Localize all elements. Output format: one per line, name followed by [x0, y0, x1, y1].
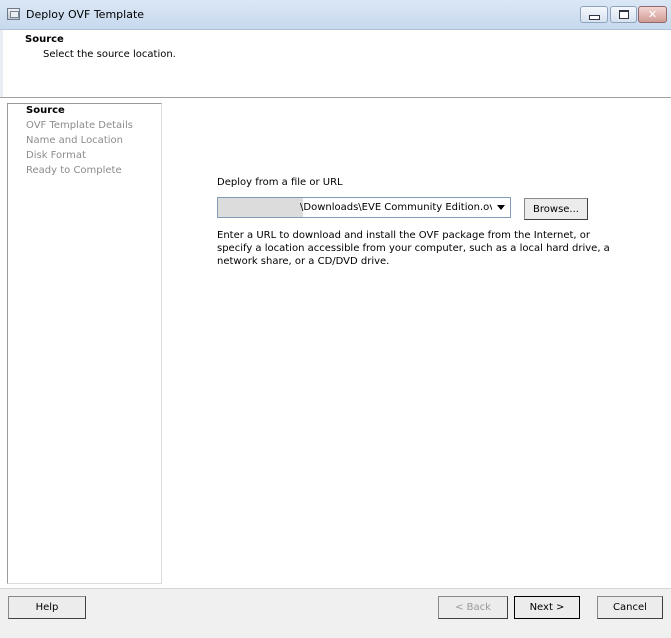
next-button[interactable]: Next > [514, 596, 580, 619]
minimize-icon [588, 15, 600, 20]
step-ready-to-complete: Ready to Complete [26, 165, 122, 176]
description-line: specify a location accessible from your … [217, 243, 610, 254]
ovf-template-icon [7, 8, 20, 20]
maximize-button[interactable] [610, 6, 637, 23]
back-button[interactable]: < Back [438, 596, 508, 619]
description-line: Enter a URL to download and install the … [217, 230, 590, 241]
step-disk-format: Disk Format [26, 150, 86, 161]
chevron-down-icon [497, 205, 505, 210]
deploy-source-label: Deploy from a file or URL [217, 177, 343, 188]
step-name-and-location: Name and Location [26, 135, 123, 146]
browse-button[interactable]: Browse... [524, 198, 588, 220]
minimize-button[interactable] [580, 6, 608, 23]
step-source: Source [26, 105, 65, 116]
wizard-header: Source Select the source location. [0, 30, 671, 98]
window-title: Deploy OVF Template [26, 8, 145, 21]
close-button[interactable]: ✕ [638, 6, 667, 23]
description-line: network share, or a CD/DVD drive. [217, 256, 390, 267]
step-ovf-template-details: OVF Template Details [26, 120, 133, 131]
help-button[interactable]: Help [8, 596, 86, 619]
maximize-icon [618, 10, 629, 19]
cancel-button[interactable]: Cancel [597, 596, 663, 619]
page-title: Source [25, 34, 64, 45]
source-description: Enter a URL to download and install the … [217, 229, 617, 268]
page-subtitle: Select the source location. [43, 49, 176, 60]
close-icon: ✕ [647, 8, 658, 21]
source-path-value[interactable]: \Downloads\EVE Community Edition.ova [300, 202, 501, 213]
steps-panel: Source OVF Template Details Name and Loc… [7, 103, 162, 584]
source-path-dropdown[interactable] [492, 198, 510, 217]
title-bar: Deploy OVF Template ✕ [0, 0, 671, 30]
header-edge [0, 30, 3, 97]
